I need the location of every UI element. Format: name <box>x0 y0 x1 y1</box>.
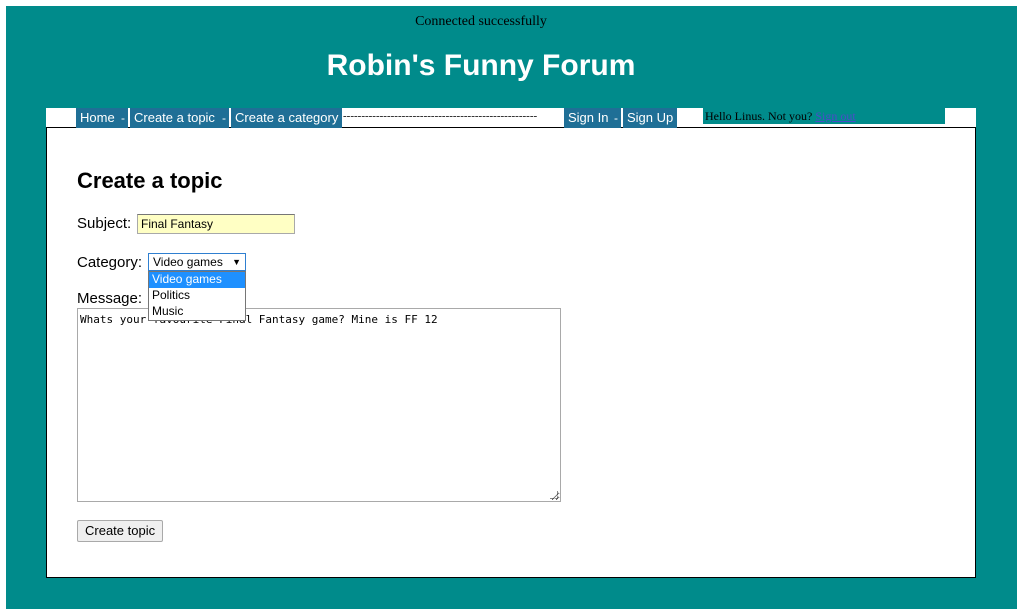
page-heading: Create a topic <box>77 168 223 193</box>
nav-dashes: ----------------------------------------… <box>343 110 538 122</box>
category-option-music[interactable]: Music <box>149 304 245 320</box>
user-greeting: Hello Linus. Not you? <box>705 109 813 123</box>
nav-create-category-link[interactable]: Create a category <box>231 108 343 128</box>
category-label: Category: <box>77 254 143 271</box>
category-option-politics[interactable]: Politics <box>149 288 245 304</box>
nav-separator: - <box>611 108 621 128</box>
nav-create-topic-link[interactable]: Create a topic <box>130 108 219 128</box>
category-selected-value: Video games <box>153 255 223 269</box>
forum-title: Robin's Funny Forum <box>326 49 636 82</box>
create-topic-button[interactable]: Create topic <box>77 520 164 542</box>
message-text: Whats your favourite Final Fantasy game?… <box>80 313 438 326</box>
nav-sign-in-link[interactable]: Sign In <box>564 108 613 128</box>
nav-separator: - <box>118 108 128 128</box>
user-greeting-box: Hello Linus. Not you? Sign out <box>703 108 945 124</box>
category-select[interactable]: Video games ▼ <box>148 253 246 271</box>
category-dropdown-list: Video games Politics Music <box>148 271 246 321</box>
nav-sign-up-link[interactable]: Sign Up <box>623 108 678 128</box>
message-textarea[interactable]: Whats your favourite Final Fantasy game?… <box>77 308 561 502</box>
nav-separator: - <box>219 108 229 128</box>
message-label: Message: <box>77 290 143 307</box>
sign-out-link[interactable]: Sign out <box>815 109 855 123</box>
dropdown-arrow-icon: ▼ <box>232 257 241 267</box>
resize-grip-icon[interactable] <box>550 491 558 499</box>
connection-status: Connected successfully <box>415 14 547 29</box>
subject-input[interactable] <box>137 214 295 234</box>
main-panel: Create a topic Subject: Category: Video … <box>46 128 976 578</box>
nav-bar: Home - Create a topic - Create a categor… <box>46 108 976 128</box>
subject-label: Subject: <box>77 215 132 232</box>
nav-home-link[interactable]: Home <box>76 108 119 128</box>
category-option-video-games[interactable]: Video games <box>149 272 245 288</box>
